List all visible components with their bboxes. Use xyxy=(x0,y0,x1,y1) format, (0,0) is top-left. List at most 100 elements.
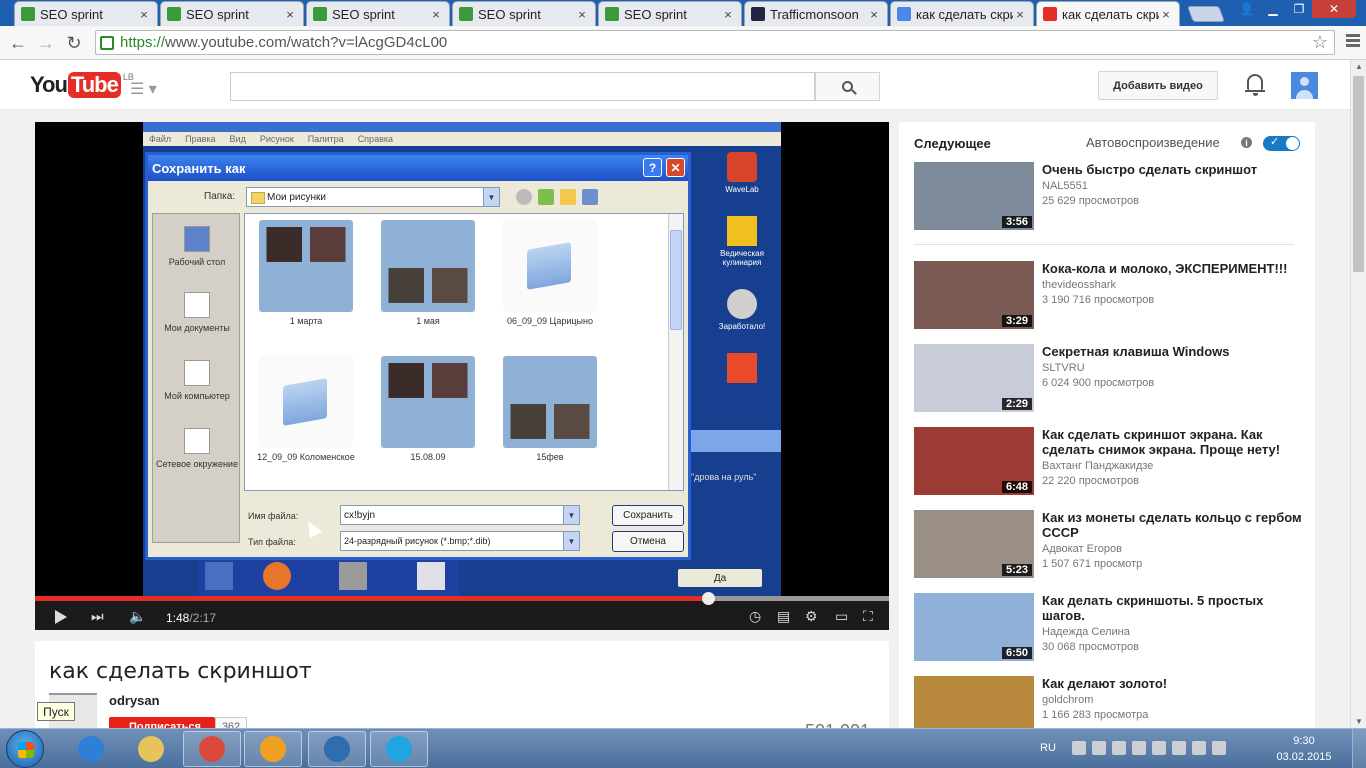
browser-tab[interactable]: как сделать скри × xyxy=(890,1,1034,26)
video-info: как сделать скриншот odrysan Подписаться… xyxy=(35,641,889,741)
related-video-views: 30 068 просмотров xyxy=(1042,641,1139,653)
video-thumbnail[interactable]: 3:56 xyxy=(914,162,1034,230)
related-video-item[interactable]: 6:48 Как сделать скриншот экрана. Как сде… xyxy=(914,427,1309,497)
progress-bar[interactable] xyxy=(35,592,889,605)
related-video-item[interactable]: Как делают золото! goldchrom 1 166 283 про… xyxy=(914,676,1309,732)
taskbar-chrome-button[interactable] xyxy=(183,731,241,767)
power-icon[interactable] xyxy=(1191,741,1206,755)
browser-tab[interactable]: как сделать скри × xyxy=(1036,1,1180,26)
video-frame[interactable]: Файл Правка Вид Рисунок Палитра Справка Сохра… xyxy=(143,122,781,596)
related-video-title[interactable]: Как сделать скриншот экрана. Как сделать… xyxy=(1042,427,1302,457)
language-indicator[interactable]: RU xyxy=(1040,742,1056,754)
tab-close-icon[interactable]: × xyxy=(137,7,151,22)
network-icon[interactable] xyxy=(1071,741,1086,755)
tab-close-icon[interactable]: × xyxy=(1013,7,1027,22)
tab-close-icon[interactable]: × xyxy=(429,7,443,22)
autoplay-label: Автовоспроизведение xyxy=(1086,135,1220,150)
settings-gear-icon[interactable]: ⚙ xyxy=(805,608,818,625)
bookmark-star-icon[interactable]: ☆ xyxy=(1312,32,1328,53)
device-icon[interactable] xyxy=(1171,741,1186,755)
browser-tab[interactable]: SEO sprint × xyxy=(160,1,304,26)
related-video-item[interactable]: 3:56 Очень быстро сделать скриншот NAL5551… xyxy=(914,162,1309,232)
flag-icon[interactable] xyxy=(1151,741,1166,755)
user-profile-icon[interactable]: 👤 xyxy=(1234,0,1260,18)
address-bar[interactable]: https:// www.youtube.com/watch?v=lAcgGD4… xyxy=(95,30,1335,55)
tab-close-icon[interactable]: × xyxy=(283,7,297,22)
theater-mode-icon[interactable]: ▭ xyxy=(835,608,848,625)
show-desktop-button[interactable] xyxy=(1352,729,1366,768)
notifications-bell-icon[interactable] xyxy=(1245,74,1265,96)
play-icon[interactable] xyxy=(55,610,67,624)
browser-tab[interactable]: SEO sprint × xyxy=(306,1,450,26)
related-video-title[interactable]: Секретная клавиша Windows xyxy=(1042,344,1302,359)
reload-icon[interactable]: ↻ xyxy=(62,31,86,55)
video-thumbnail[interactable]: 2:29 xyxy=(914,344,1034,412)
info-icon[interactable]: i xyxy=(1241,137,1252,148)
new-tab-button[interactable] xyxy=(1187,6,1225,22)
start-button[interactable] xyxy=(6,730,44,768)
wireless-icon xyxy=(324,736,350,762)
related-video-title[interactable]: Как делают золото! xyxy=(1042,676,1302,691)
maximize-button[interactable]: ❐ xyxy=(1286,0,1312,18)
security-icon[interactable] xyxy=(1091,741,1106,755)
tool-icon[interactable] xyxy=(1131,741,1146,755)
back-icon[interactable]: ← xyxy=(6,31,30,55)
avatar[interactable] xyxy=(1291,72,1318,99)
related-video-item[interactable]: 5:23 Как из монеты сделать кольцо с гербо… xyxy=(914,510,1309,580)
scroll-up-icon[interactable]: ▲ xyxy=(1355,62,1363,71)
taskbar-wireless-button[interactable] xyxy=(308,731,366,767)
video-thumbnail[interactable]: 5:23 xyxy=(914,510,1034,578)
tab-close-icon[interactable]: × xyxy=(867,7,881,22)
related-video-item[interactable]: 6:50 Как делать скриншоты. 5 простых шаго… xyxy=(914,593,1309,663)
browser-tab[interactable]: Trafficmonsoon × xyxy=(744,1,888,26)
volume-icon[interactable]: 🔈 xyxy=(129,608,146,625)
tab-close-icon[interactable]: × xyxy=(1159,7,1173,22)
related-video-item[interactable]: 2:29 Секретная клавиша Windows SLTVRU 6 024… xyxy=(914,344,1309,414)
video-taskbar-icons xyxy=(199,560,459,596)
watch-later-icon[interactable]: ◷ xyxy=(749,608,761,625)
browser-tab[interactable]: SEO sprint × xyxy=(14,1,158,26)
related-video-title[interactable]: Очень быстро сделать скриншот xyxy=(1042,162,1302,177)
guide-menu-icon[interactable]: ☰ ▾ xyxy=(130,79,157,99)
related-video-item[interactable]: 3:29 Кока-кола и молоко, ЭКСПЕРИМЕНТ!!! th… xyxy=(914,261,1309,331)
video-thumbnail[interactable]: 3:29 xyxy=(914,261,1034,329)
next-icon[interactable]: ⏭ xyxy=(91,608,104,625)
search-button[interactable] xyxy=(815,72,880,101)
search-input[interactable] xyxy=(230,72,815,101)
tab-close-icon[interactable]: × xyxy=(721,7,735,22)
youtube-logo[interactable]: You Tube LB xyxy=(30,72,134,98)
fullscreen-icon[interactable]: ⛶ xyxy=(863,608,873,625)
notes-icon[interactable] xyxy=(1111,741,1126,755)
browser-tab[interactable]: SEO sprint × xyxy=(598,1,742,26)
video-thumbnail[interactable]: 6:48 xyxy=(914,427,1034,495)
related-video-title[interactable]: Кока-кола и молоко, ЭКСПЕРИМЕНТ!!! xyxy=(1042,261,1302,276)
channel-name[interactable]: odrysan xyxy=(109,693,160,708)
scroll-down-icon[interactable]: ▼ xyxy=(1355,717,1363,726)
video-thumbnail[interactable]: 6:50 xyxy=(914,593,1034,661)
page-scrollbar[interactable]: ▲ ▼ xyxy=(1350,60,1366,728)
chrome-menu-icon[interactable] xyxy=(1346,34,1360,49)
tab-title: SEO sprint xyxy=(40,6,103,22)
scrubber-handle[interactable] xyxy=(702,592,716,605)
taskbar-internet-explorer-button[interactable] xyxy=(62,731,120,767)
minimize-button[interactable]: ▁ xyxy=(1260,0,1286,18)
taskbar-skype-button[interactable] xyxy=(370,731,428,767)
desktop-icon-wavelab: WaveLab xyxy=(703,152,781,194)
subtitles-icon[interactable]: ▤ xyxy=(777,608,790,625)
browser-tab[interactable]: SEO sprint × xyxy=(452,1,596,26)
related-video-title[interactable]: Как делать скриншоты. 5 простых шагов. xyxy=(1042,593,1302,623)
taskbar-file-explorer-button[interactable] xyxy=(122,731,180,767)
scrollbar-thumb[interactable] xyxy=(1353,76,1364,272)
upload-button[interactable]: Добавить видео xyxy=(1098,71,1218,100)
related-video-title[interactable]: Как из монеты сделать кольцо с гербом СС… xyxy=(1042,510,1302,540)
autoplay-toggle[interactable]: ✓ xyxy=(1263,136,1300,151)
video-thumbnail[interactable] xyxy=(914,676,1034,732)
close-window-button[interactable]: ✕ xyxy=(1312,0,1356,18)
look-in-label: Папка: xyxy=(204,191,236,202)
forward-icon[interactable]: → xyxy=(34,31,58,55)
speaker-icon[interactable] xyxy=(1211,741,1226,755)
video-player[interactable]: Файл Правка Вид Рисунок Палитра Справка Сохра… xyxy=(35,122,889,630)
taskbar-media-player-button[interactable] xyxy=(244,731,302,767)
tab-close-icon[interactable]: × xyxy=(575,7,589,22)
clock[interactable]: 9:30 03.02.2015 xyxy=(1274,733,1334,765)
